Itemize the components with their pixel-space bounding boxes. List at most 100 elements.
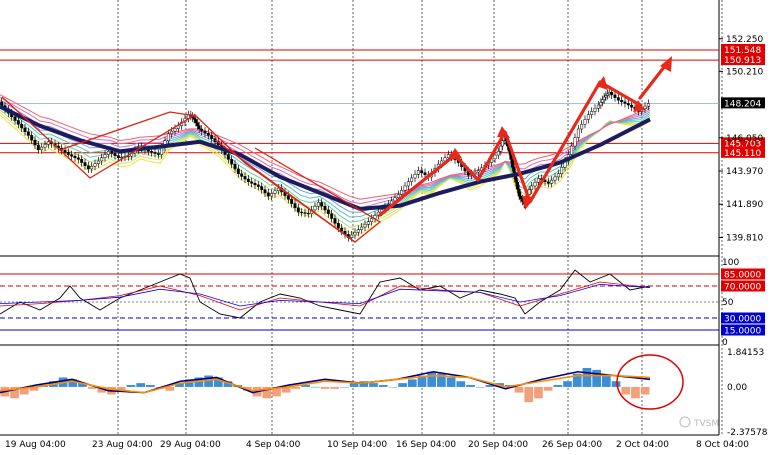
candle-body xyxy=(607,92,611,95)
candle-body xyxy=(166,133,170,141)
candle-body xyxy=(170,130,174,135)
candle-body xyxy=(590,111,594,115)
candle-body xyxy=(200,128,204,132)
candle-body xyxy=(493,154,497,160)
candle-body xyxy=(83,162,87,166)
watermark-text: TVSM xyxy=(693,419,719,429)
hist-bar xyxy=(378,385,388,387)
hist-bar xyxy=(611,381,621,387)
x-tick-label: 20 Sep 04:00 xyxy=(468,440,528,450)
hist-bar xyxy=(330,386,340,389)
osc-level-label: 30.0000 xyxy=(724,315,761,325)
candle-body xyxy=(501,140,504,147)
candle-body xyxy=(93,163,97,167)
candle-body xyxy=(113,153,117,156)
candle-body xyxy=(253,183,257,186)
candle-body xyxy=(476,170,480,173)
candle-body xyxy=(573,137,577,147)
hist-bar xyxy=(146,385,155,387)
price-tick-label: 150.210 xyxy=(726,67,763,77)
hist-bar xyxy=(310,386,320,388)
candle-body xyxy=(530,185,534,190)
candle-body xyxy=(360,226,364,230)
candle-body xyxy=(583,119,587,125)
candle-body xyxy=(580,123,584,130)
candle-body xyxy=(40,146,44,151)
price-tick-label: 146.050 xyxy=(726,134,763,144)
candle-body xyxy=(226,154,230,160)
candle-body xyxy=(206,133,210,136)
price-tick-label: 152.250 xyxy=(726,35,763,45)
hist-bar xyxy=(126,385,136,387)
x-tick-label: 2 Oct 04:00 xyxy=(616,440,669,450)
candle-body xyxy=(23,127,27,132)
candle-body xyxy=(63,150,67,153)
candle-body xyxy=(270,193,274,197)
hist-bar xyxy=(631,386,640,399)
candle-body xyxy=(233,163,237,170)
candle-body xyxy=(553,176,557,181)
candle-body xyxy=(76,157,80,160)
osc-scale-label: 100 xyxy=(722,258,739,268)
candle-body xyxy=(263,189,267,194)
x-tick-label: 16 Sep 04:00 xyxy=(396,440,456,450)
osc-scale-label: 50 xyxy=(722,298,734,308)
candle-body xyxy=(46,141,50,145)
candle-body xyxy=(410,177,414,182)
candle-body xyxy=(106,151,110,155)
hist-bar xyxy=(582,367,592,387)
candle-body xyxy=(243,176,247,180)
candle-body xyxy=(316,202,320,207)
candle-body xyxy=(306,212,310,215)
hist-bar xyxy=(475,386,485,388)
candle-body xyxy=(303,212,307,214)
candle-body xyxy=(363,224,367,228)
candle-body xyxy=(496,151,500,156)
candle-body xyxy=(550,179,554,184)
candle-body xyxy=(423,172,427,176)
hist-bar xyxy=(524,386,534,403)
forex-chart: 151.548150.913145.703145.110148.204152.2… xyxy=(0,0,770,455)
candle-body xyxy=(300,211,304,214)
candle-body xyxy=(153,152,157,154)
hist-bar xyxy=(369,383,378,387)
candle-body xyxy=(173,128,177,132)
hist-bar xyxy=(320,386,330,389)
candle-body xyxy=(103,154,107,159)
hist-bar xyxy=(621,386,631,395)
candle-body xyxy=(70,154,74,157)
candle-body xyxy=(370,218,374,222)
candle-body xyxy=(326,209,330,214)
candle-body xyxy=(110,151,114,154)
candle-body xyxy=(260,186,264,190)
osc-scale-label: 0 xyxy=(722,338,728,348)
candle-body xyxy=(293,203,297,209)
hist-bar xyxy=(291,386,301,389)
candle-body xyxy=(533,182,537,187)
price-tick-label: 143.970 xyxy=(726,167,763,177)
candle-body xyxy=(73,155,77,159)
candle-body xyxy=(599,102,603,106)
candle-body xyxy=(330,213,334,219)
hist-bar xyxy=(456,381,466,387)
osc-level-label: 70.0000 xyxy=(724,283,761,293)
osc-level-label: 85.0000 xyxy=(724,271,761,281)
hist-bar xyxy=(446,377,456,387)
hist-scale-label: 1.84153 xyxy=(727,348,764,358)
candle-body xyxy=(602,96,606,100)
candle-body xyxy=(230,159,234,165)
level-label: 150.913 xyxy=(724,56,761,66)
hist-bar xyxy=(534,386,543,399)
candle-body xyxy=(643,105,647,110)
candle-body xyxy=(43,144,47,148)
candle-body xyxy=(413,174,417,179)
x-tick-label: 23 Aug 04:00 xyxy=(92,440,153,450)
osc-level-label: 15.0000 xyxy=(724,327,761,337)
candle-body xyxy=(80,159,84,163)
candle-body xyxy=(323,205,327,211)
candle-body xyxy=(20,123,24,129)
price-tick-label: 141.890 xyxy=(726,200,763,210)
hist-bar xyxy=(388,386,398,388)
candle-body xyxy=(194,119,198,123)
hist-bar xyxy=(398,383,407,387)
